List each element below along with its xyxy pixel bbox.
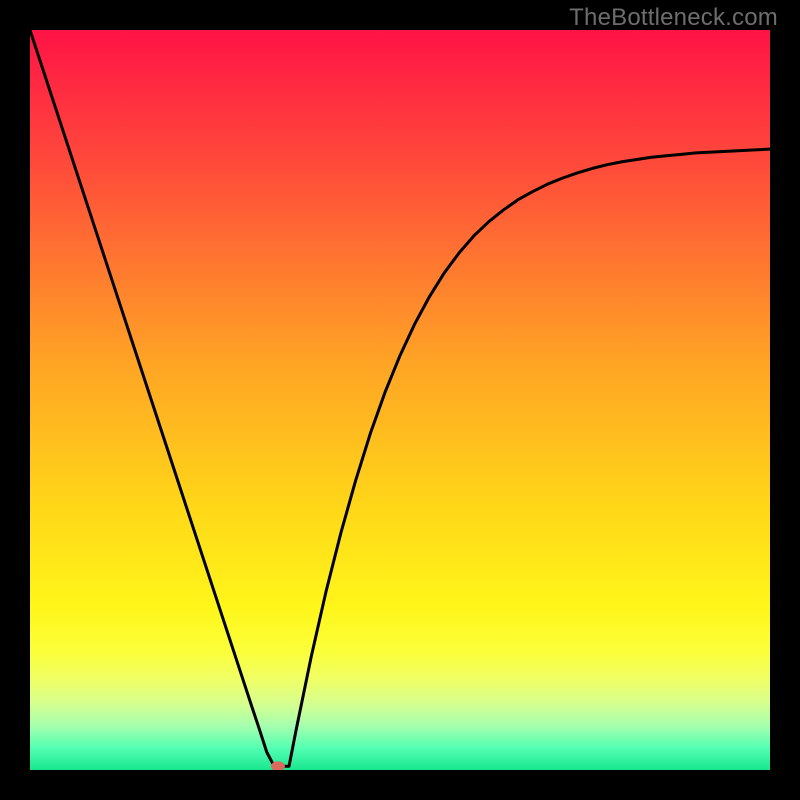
chart-svg (30, 30, 770, 770)
chart-background (30, 30, 770, 770)
plot-area (30, 30, 770, 770)
watermark-text: TheBottleneck.com (569, 4, 778, 32)
chart-container: TheBottleneck.com (0, 0, 800, 800)
